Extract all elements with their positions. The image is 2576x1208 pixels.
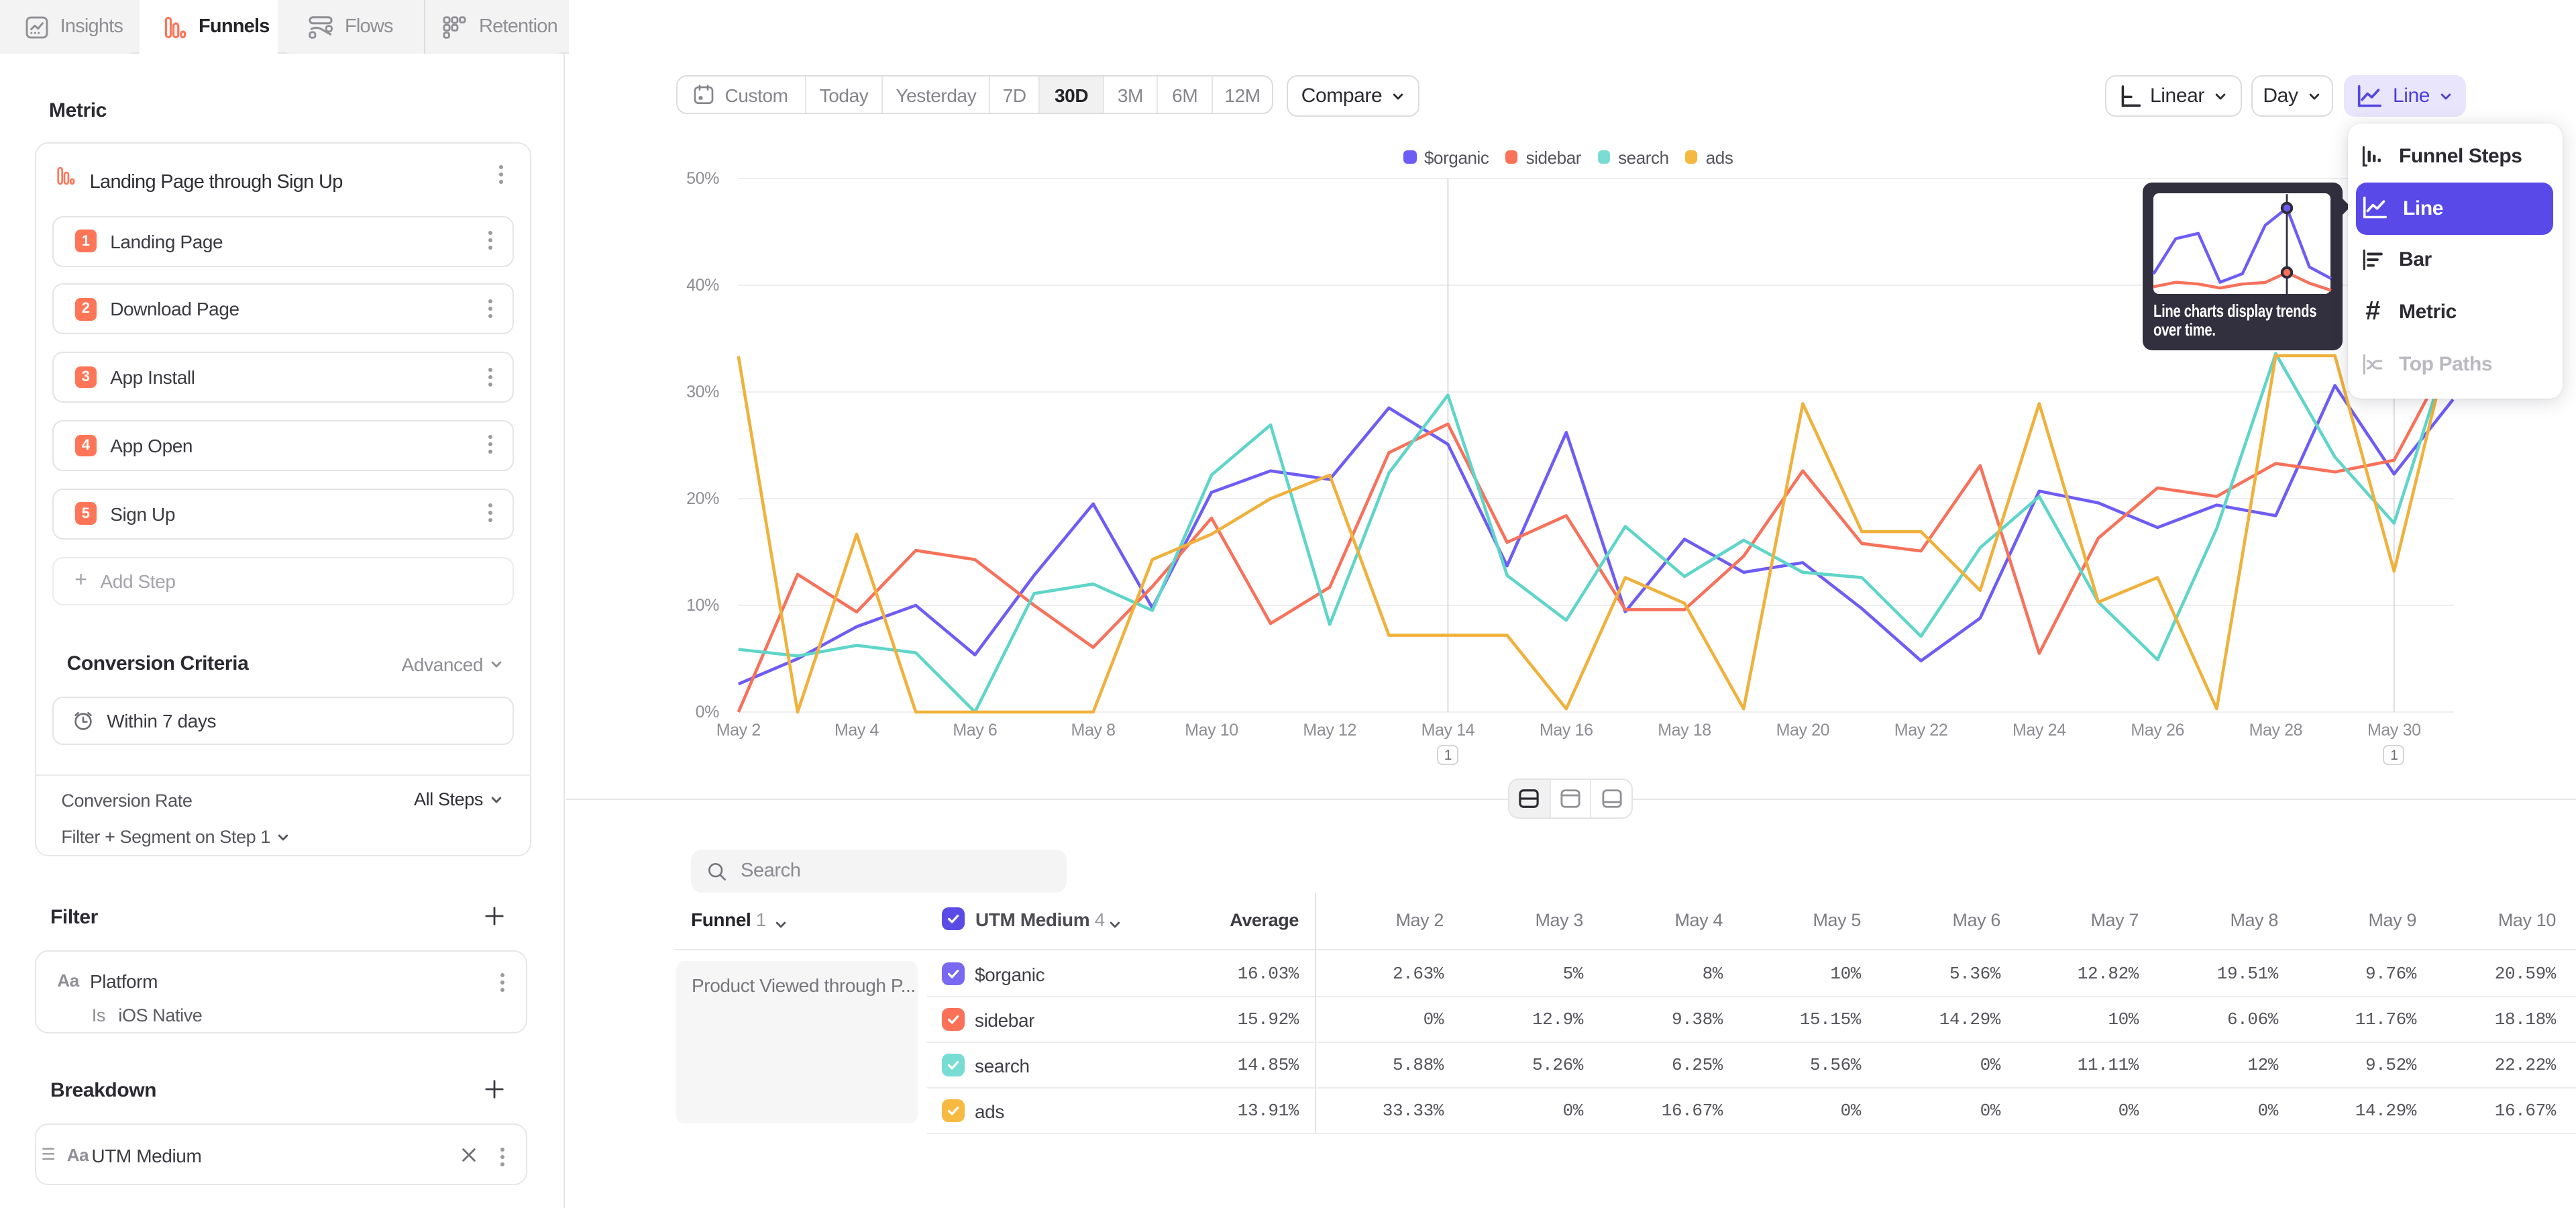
svg-text:May 26: May 26 — [2131, 721, 2184, 740]
svg-text:50%: 50% — [686, 169, 719, 188]
svg-text:May 4: May 4 — [835, 721, 879, 740]
svg-text:May 20: May 20 — [1776, 721, 1830, 740]
svg-text:May 6: May 6 — [953, 721, 997, 740]
svg-text:30%: 30% — [686, 383, 719, 401]
svg-text:May 8: May 8 — [1071, 721, 1116, 740]
svg-text:20%: 20% — [686, 489, 719, 508]
svg-text:0%: 0% — [696, 703, 720, 721]
svg-text:May 16: May 16 — [1540, 721, 1593, 740]
svg-text:May 24: May 24 — [2012, 721, 2066, 740]
svg-text:40%: 40% — [686, 276, 719, 295]
svg-text:May 2: May 2 — [716, 721, 761, 740]
svg-text:May 22: May 22 — [1894, 721, 1948, 740]
svg-text:May 14: May 14 — [1421, 721, 1475, 740]
svg-text:May 30: May 30 — [2367, 721, 2421, 740]
svg-text:May 28: May 28 — [2249, 721, 2303, 740]
svg-text:May 18: May 18 — [1658, 721, 1711, 740]
svg-text:May 12: May 12 — [1303, 721, 1356, 740]
svg-text:May 10: May 10 — [1185, 721, 1238, 740]
svg-text:10%: 10% — [686, 596, 719, 615]
